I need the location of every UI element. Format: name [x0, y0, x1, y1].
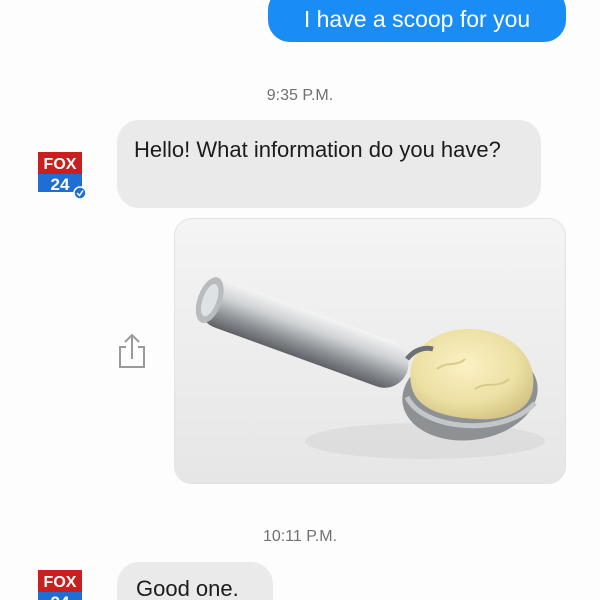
- sender-avatar[interactable]: FOX 24: [36, 148, 87, 200]
- avatar-logo-line1: FOX: [44, 156, 77, 173]
- avatar-logo-line2: 24: [51, 593, 70, 600]
- shared-photo-attachment[interactable]: [174, 218, 566, 484]
- outgoing-message-bubble[interactable]: I have a scoop for you: [268, 0, 566, 42]
- incoming-message-bubble[interactable]: Hello! What information do you have?: [117, 120, 541, 208]
- share-icon[interactable]: [114, 331, 150, 371]
- fox24-logo-icon: FOX 24: [38, 570, 82, 600]
- fox24-logo-icon: FOX 24: [38, 152, 87, 200]
- incoming-message-bubble[interactable]: Good one.: [117, 562, 273, 600]
- outgoing-message-text: I have a scoop for you: [303, 6, 531, 32]
- message-timestamp: 9:35 P.M.: [266, 87, 334, 104]
- ice-cream-scoop-photo: [175, 219, 565, 483]
- avatar-logo-line1: FOX: [44, 574, 77, 591]
- chat-thread: I have a scoop for you 9:35 P.M. FOX 24 …: [0, 0, 600, 600]
- incoming-message-text: Good one.: [136, 576, 239, 600]
- message-timestamp: 10:11 P.M.: [262, 528, 338, 545]
- incoming-message-text: Hello! What information do you have?: [134, 137, 501, 162]
- avatar-logo-line2: 24: [51, 175, 70, 194]
- sender-avatar[interactable]: FOX 24: [36, 566, 86, 600]
